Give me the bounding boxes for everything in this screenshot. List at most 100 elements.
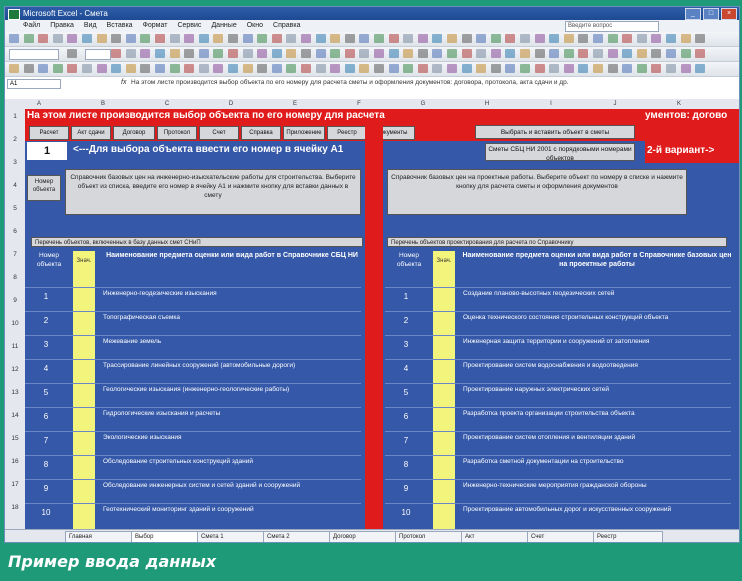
toolbar-button-icon[interactable] [695,49,706,58]
toolbar-button-icon[interactable] [447,49,457,58]
toolbar-button-icon[interactable] [213,34,224,43]
toolbar-button-icon[interactable] [578,49,589,58]
minimize-icon[interactable]: _ [685,8,701,20]
toolbar-button-icon[interactable] [67,64,78,73]
toolbar-button-icon[interactable] [403,49,414,58]
row-header[interactable]: 15 [5,435,25,442]
table-row[interactable]: 4 Проектирование систем водоснабжения и в… [385,359,731,382]
toolbar-button-icon[interactable] [271,64,282,73]
toolbar-button-icon[interactable] [417,64,428,73]
toolbar-button-icon[interactable] [651,34,662,43]
toolbar-button-icon[interactable] [461,34,472,43]
toolbar-button-icon[interactable] [695,64,706,73]
row-header[interactable]: 5 [5,205,25,212]
toolbar-button-icon[interactable] [111,49,122,58]
toolbar-button-icon[interactable] [23,34,34,43]
row-header[interactable]: 11 [5,343,25,350]
toolbar-button-icon[interactable] [534,34,545,43]
column-header[interactable]: J [605,99,625,109]
column-header[interactable]: G [413,99,433,109]
toolbar-button-icon[interactable] [534,64,545,73]
document-button[interactable]: Счет [199,126,239,140]
sheet-tab[interactable]: Акт [461,531,531,542]
toolbar-button-icon[interactable] [315,34,326,43]
toolbar-button-icon[interactable] [301,34,311,43]
document-button[interactable]: Протокол [157,126,197,140]
toolbar-button-icon[interactable] [534,49,545,58]
column-header[interactable]: A [29,99,49,109]
toolbar-button-icon[interactable] [315,64,326,73]
table-row[interactable]: 8 Обследование строительных конструкций з… [25,455,361,478]
toolbar-button-icon[interactable] [286,34,297,43]
toolbar-button-icon[interactable] [213,49,224,58]
close-icon[interactable]: × [721,8,737,20]
row-header[interactable]: 7 [5,251,25,258]
toolbar-button-icon[interactable] [490,64,501,73]
table-row[interactable]: 3 Инженерная защита территории и сооружен… [385,335,731,358]
toolbar-button-icon[interactable] [563,34,574,43]
toolbar-button-icon[interactable] [374,49,384,58]
toolbar-button-icon[interactable] [301,64,311,73]
toolbar-button-icon[interactable] [9,64,19,73]
toolbar-button-icon[interactable] [403,64,414,73]
toolbar-button-icon[interactable] [125,34,136,43]
object-number-cell[interactable]: 1 [27,142,67,160]
toolbar-button-icon[interactable] [111,64,122,73]
row-header[interactable]: 17 [5,481,25,488]
table-row[interactable]: 5 Геологические изыскания (инженерно-геол… [25,383,361,406]
row-header[interactable]: 12 [5,366,25,373]
row-header[interactable]: 4 [5,182,25,189]
worksheet-grid[interactable]: На этом листе производится выбор объекта… [25,109,739,529]
toolbar-button-icon[interactable] [330,34,341,43]
menu-item[interactable]: Данные [211,20,236,32]
toolbar-button-icon[interactable] [286,64,297,73]
toolbar-button-icon[interactable] [96,64,107,73]
font-size-select[interactable] [85,49,111,60]
toolbar-button-icon[interactable] [520,34,530,43]
toolbar-button-icon[interactable] [490,34,501,43]
row-header[interactable]: 8 [5,274,25,281]
toolbar-button-icon[interactable] [38,34,49,43]
table-row[interactable]: 5 Проектирование наружных электрических с… [385,383,731,406]
formula-input[interactable]: На этом листе производится выбор объекта… [131,78,731,87]
toolbar-button-icon[interactable] [432,34,443,43]
table-row[interactable]: 4 Трассирование линейных сооружений (авто… [25,359,361,382]
toolbar-button-icon[interactable] [125,49,136,58]
toolbar-button-icon[interactable] [155,49,165,58]
toolbar-button-icon[interactable] [198,34,209,43]
document-button[interactable]: Акт сдачи [71,126,111,140]
toolbar-button-icon[interactable] [636,34,647,43]
toolbar-button-icon[interactable] [286,49,297,58]
toolbar-button-icon[interactable] [651,49,662,58]
toolbar-button-icon[interactable] [315,49,326,58]
toolbar-button-icon[interactable] [578,64,589,73]
menu-item[interactable]: Правка [50,20,74,32]
menu-item[interactable]: Вид [84,20,97,32]
menu-item[interactable]: Файл [23,20,40,32]
table-row[interactable]: 7 Проектирование систем отопления и венти… [385,431,731,454]
menu-item[interactable]: Окно [247,20,263,32]
toolbar-button-icon[interactable] [447,64,457,73]
table-row[interactable]: 8 Разработка сметной документации на стро… [385,455,731,478]
toolbar-button-icon[interactable] [82,34,92,43]
table-row[interactable]: 6 Разработка проекта организации строител… [385,407,731,430]
sheet-tab[interactable]: Выбор [131,531,201,542]
toolbar-button-icon[interactable] [184,34,195,43]
toolbar-button-icon[interactable] [271,49,282,58]
toolbar-button-icon[interactable] [213,64,224,73]
table-row[interactable]: 9 Инженерно-технические мероприятия гражд… [385,479,731,502]
toolbar-button-icon[interactable] [242,49,253,58]
toolbar-button-icon[interactable] [330,64,341,73]
toolbar-button-icon[interactable] [184,64,195,73]
toolbar-button-icon[interactable] [563,49,574,58]
table-row[interactable]: 1 Инженерно-геодезические изыскания [25,287,361,310]
toolbar-button-icon[interactable] [505,49,516,58]
toolbar-button-icon[interactable] [549,64,560,73]
toolbar-button-icon[interactable] [374,64,384,73]
toolbar-button-icon[interactable] [432,64,443,73]
toolbar-button-icon[interactable] [417,49,428,58]
toolbar-button-icon[interactable] [271,34,282,43]
toolbar-button-icon[interactable] [549,34,560,43]
toolbar-button-icon[interactable] [52,34,63,43]
toolbar-button-icon[interactable] [96,34,107,43]
